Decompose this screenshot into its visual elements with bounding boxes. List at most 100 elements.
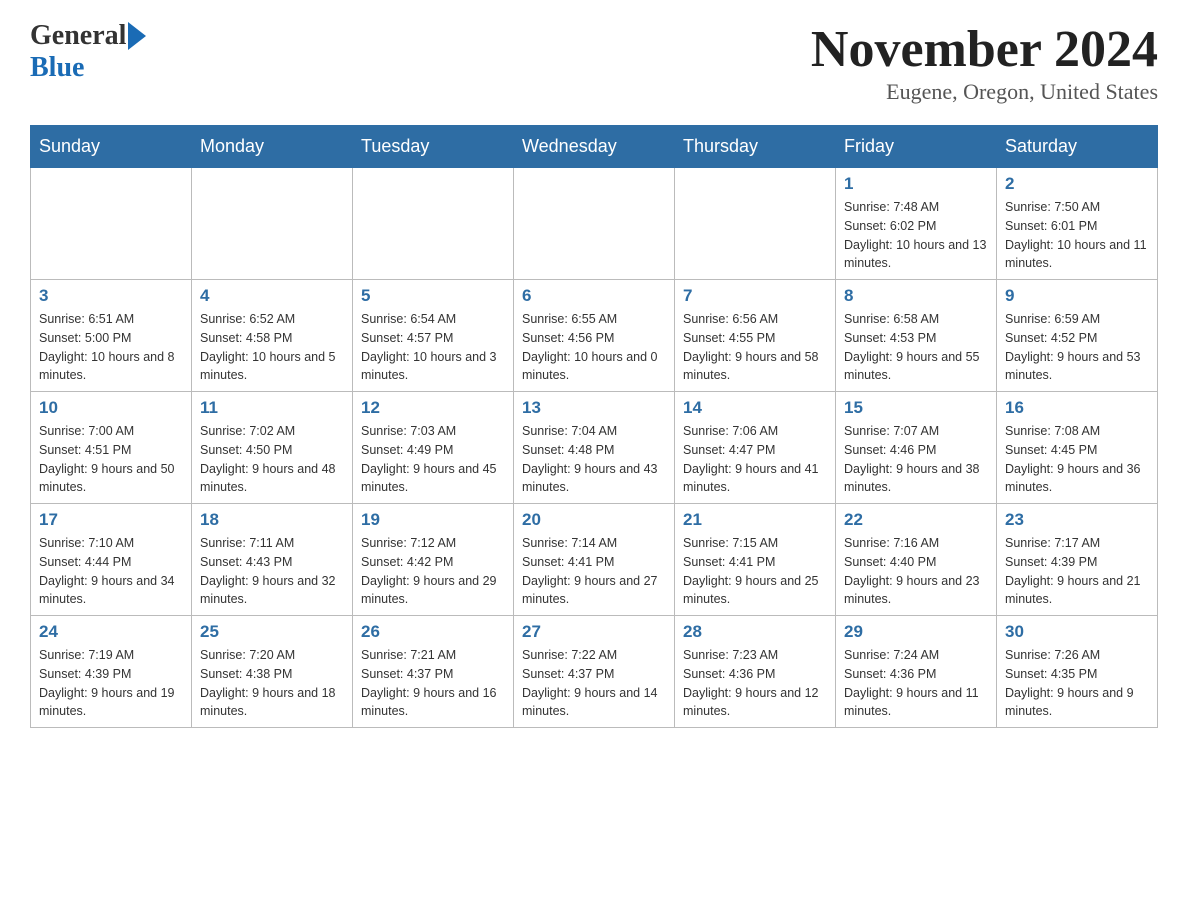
calendar-day-cell [514,168,675,280]
calendar-day-cell: 24 Sunrise: 7:19 AM Sunset: 4:39 PM Dayli… [31,616,192,728]
calendar-day-cell: 16 Sunrise: 7:08 AM Sunset: 4:45 PM Dayli… [997,392,1158,504]
day-info: Sunrise: 7:08 AM Sunset: 4:45 PM Dayligh… [1005,422,1149,497]
calendar-day-cell: 3Sunrise: 6:51 AM Sunset: 5:00 PM Daylig… [31,280,192,392]
day-number: 7 [683,286,827,306]
day-number: 3 [39,286,183,306]
calendar-day-cell: 13 Sunrise: 7:04 AM Sunset: 4:48 PM Dayli… [514,392,675,504]
day-of-week-header: Tuesday [353,126,514,168]
calendar-header-row: SundayMondayTuesdayWednesdayThursdayFrid… [31,126,1158,168]
day-info: Sunrise: 7:10 AM Sunset: 4:44 PM Dayligh… [39,534,183,609]
calendar-day-cell: 30 Sunrise: 7:26 AM Sunset: 4:35 PM Dayli… [997,616,1158,728]
day-info: Sunrise: 6:55 AM Sunset: 4:56 PM Dayligh… [522,310,666,385]
logo-general-text: General [30,20,126,52]
day-info: Sunrise: 7:06 AM Sunset: 4:47 PM Dayligh… [683,422,827,497]
calendar-day-cell: 28 Sunrise: 7:23 AM Sunset: 4:36 PM Dayli… [675,616,836,728]
calendar-day-cell: 26 Sunrise: 7:21 AM Sunset: 4:37 PM Dayli… [353,616,514,728]
day-info: Sunrise: 7:11 AM Sunset: 4:43 PM Dayligh… [200,534,344,609]
calendar-day-cell: 14 Sunrise: 7:06 AM Sunset: 4:47 PM Dayli… [675,392,836,504]
day-number: 11 [200,398,344,418]
day-of-week-header: Sunday [31,126,192,168]
day-info: Sunrise: 6:54 AM Sunset: 4:57 PM Dayligh… [361,310,505,385]
day-info: Sunrise: 7:15 AM Sunset: 4:41 PM Dayligh… [683,534,827,609]
calendar-day-cell [31,168,192,280]
calendar-week-row: 17Sunrise: 7:10 AM Sunset: 4:44 PM Dayli… [31,504,1158,616]
calendar-day-cell: 12Sunrise: 7:03 AM Sunset: 4:49 PM Dayli… [353,392,514,504]
day-info: Sunrise: 7:07 AM Sunset: 4:46 PM Dayligh… [844,422,988,497]
calendar-day-cell: 4 Sunrise: 6:52 AM Sunset: 4:58 PM Daylig… [192,280,353,392]
day-number: 1 [844,174,988,194]
day-info: Sunrise: 7:14 AM Sunset: 4:41 PM Dayligh… [522,534,666,609]
calendar-day-cell: 2Sunrise: 7:50 AM Sunset: 6:01 PM Daylig… [997,168,1158,280]
day-info: Sunrise: 7:12 AM Sunset: 4:42 PM Dayligh… [361,534,505,609]
day-number: 18 [200,510,344,530]
day-info: Sunrise: 7:48 AM Sunset: 6:02 PM Dayligh… [844,198,988,273]
calendar-day-cell: 17Sunrise: 7:10 AM Sunset: 4:44 PM Dayli… [31,504,192,616]
logo-blue-text: Blue [30,52,84,84]
day-info: Sunrise: 7:23 AM Sunset: 4:36 PM Dayligh… [683,646,827,721]
day-info: Sunrise: 6:59 AM Sunset: 4:52 PM Dayligh… [1005,310,1149,385]
day-number: 26 [361,622,505,642]
day-info: Sunrise: 7:17 AM Sunset: 4:39 PM Dayligh… [1005,534,1149,609]
calendar-day-cell: 10 Sunrise: 7:00 AM Sunset: 4:51 PM Dayli… [31,392,192,504]
calendar-day-cell: 29 Sunrise: 7:24 AM Sunset: 4:36 PM Dayli… [836,616,997,728]
calendar-day-cell: 27 Sunrise: 7:22 AM Sunset: 4:37 PM Dayli… [514,616,675,728]
day-info: Sunrise: 7:04 AM Sunset: 4:48 PM Dayligh… [522,422,666,497]
calendar-day-cell: 19 Sunrise: 7:12 AM Sunset: 4:42 PM Dayli… [353,504,514,616]
day-info: Sunrise: 6:58 AM Sunset: 4:53 PM Dayligh… [844,310,988,385]
calendar-day-cell: 5 Sunrise: 6:54 AM Sunset: 4:57 PM Daylig… [353,280,514,392]
day-info: Sunrise: 6:56 AM Sunset: 4:55 PM Dayligh… [683,310,827,385]
logo-arrow-icon [128,22,146,50]
day-number: 14 [683,398,827,418]
day-info: Sunrise: 7:24 AM Sunset: 4:36 PM Dayligh… [844,646,988,721]
logo: General Blue [30,20,146,84]
day-number: 20 [522,510,666,530]
day-of-week-header: Wednesday [514,126,675,168]
day-number: 8 [844,286,988,306]
day-number: 29 [844,622,988,642]
day-info: Sunrise: 7:21 AM Sunset: 4:37 PM Dayligh… [361,646,505,721]
title-section: November 2024 Eugene, Oregon, United Sta… [811,20,1158,105]
calendar-day-cell: 25Sunrise: 7:20 AM Sunset: 4:38 PM Dayli… [192,616,353,728]
calendar-day-cell: 9Sunrise: 6:59 AM Sunset: 4:52 PM Daylig… [997,280,1158,392]
day-number: 12 [361,398,505,418]
day-info: Sunrise: 6:52 AM Sunset: 4:58 PM Dayligh… [200,310,344,385]
day-of-week-header: Monday [192,126,353,168]
calendar-week-row: 10 Sunrise: 7:00 AM Sunset: 4:51 PM Dayli… [31,392,1158,504]
calendar-day-cell: 15 Sunrise: 7:07 AM Sunset: 4:46 PM Dayli… [836,392,997,504]
calendar-day-cell: 1 Sunrise: 7:48 AM Sunset: 6:02 PM Daylig… [836,168,997,280]
calendar-day-cell: 20 Sunrise: 7:14 AM Sunset: 4:41 PM Dayli… [514,504,675,616]
location-label: Eugene, Oregon, United States [811,79,1158,105]
day-info: Sunrise: 7:22 AM Sunset: 4:37 PM Dayligh… [522,646,666,721]
day-info: Sunrise: 7:26 AM Sunset: 4:35 PM Dayligh… [1005,646,1149,721]
day-number: 28 [683,622,827,642]
day-info: Sunrise: 7:20 AM Sunset: 4:38 PM Dayligh… [200,646,344,721]
day-number: 2 [1005,174,1149,194]
day-number: 10 [39,398,183,418]
day-number: 24 [39,622,183,642]
calendar-day-cell [675,168,836,280]
calendar-day-cell: 18 Sunrise: 7:11 AM Sunset: 4:43 PM Dayli… [192,504,353,616]
calendar-day-cell: 8 Sunrise: 6:58 AM Sunset: 4:53 PM Daylig… [836,280,997,392]
day-info: Sunrise: 7:19 AM Sunset: 4:39 PM Dayligh… [39,646,183,721]
day-of-week-header: Saturday [997,126,1158,168]
day-number: 19 [361,510,505,530]
day-info: Sunrise: 7:16 AM Sunset: 4:40 PM Dayligh… [844,534,988,609]
page-header: General Blue November 2024 Eugene, Orego… [30,20,1158,105]
calendar-day-cell [192,168,353,280]
day-number: 27 [522,622,666,642]
day-number: 5 [361,286,505,306]
day-info: Sunrise: 7:00 AM Sunset: 4:51 PM Dayligh… [39,422,183,497]
day-number: 6 [522,286,666,306]
day-number: 13 [522,398,666,418]
calendar-week-row: 3Sunrise: 6:51 AM Sunset: 5:00 PM Daylig… [31,280,1158,392]
day-number: 22 [844,510,988,530]
day-number: 15 [844,398,988,418]
day-number: 16 [1005,398,1149,418]
calendar-week-row: 24 Sunrise: 7:19 AM Sunset: 4:39 PM Dayli… [31,616,1158,728]
calendar-day-cell [353,168,514,280]
day-number: 4 [200,286,344,306]
calendar-table: SundayMondayTuesdayWednesdayThursdayFrid… [30,125,1158,728]
calendar-week-row: 1 Sunrise: 7:48 AM Sunset: 6:02 PM Daylig… [31,168,1158,280]
calendar-day-cell: 6 Sunrise: 6:55 AM Sunset: 4:56 PM Daylig… [514,280,675,392]
day-number: 30 [1005,622,1149,642]
